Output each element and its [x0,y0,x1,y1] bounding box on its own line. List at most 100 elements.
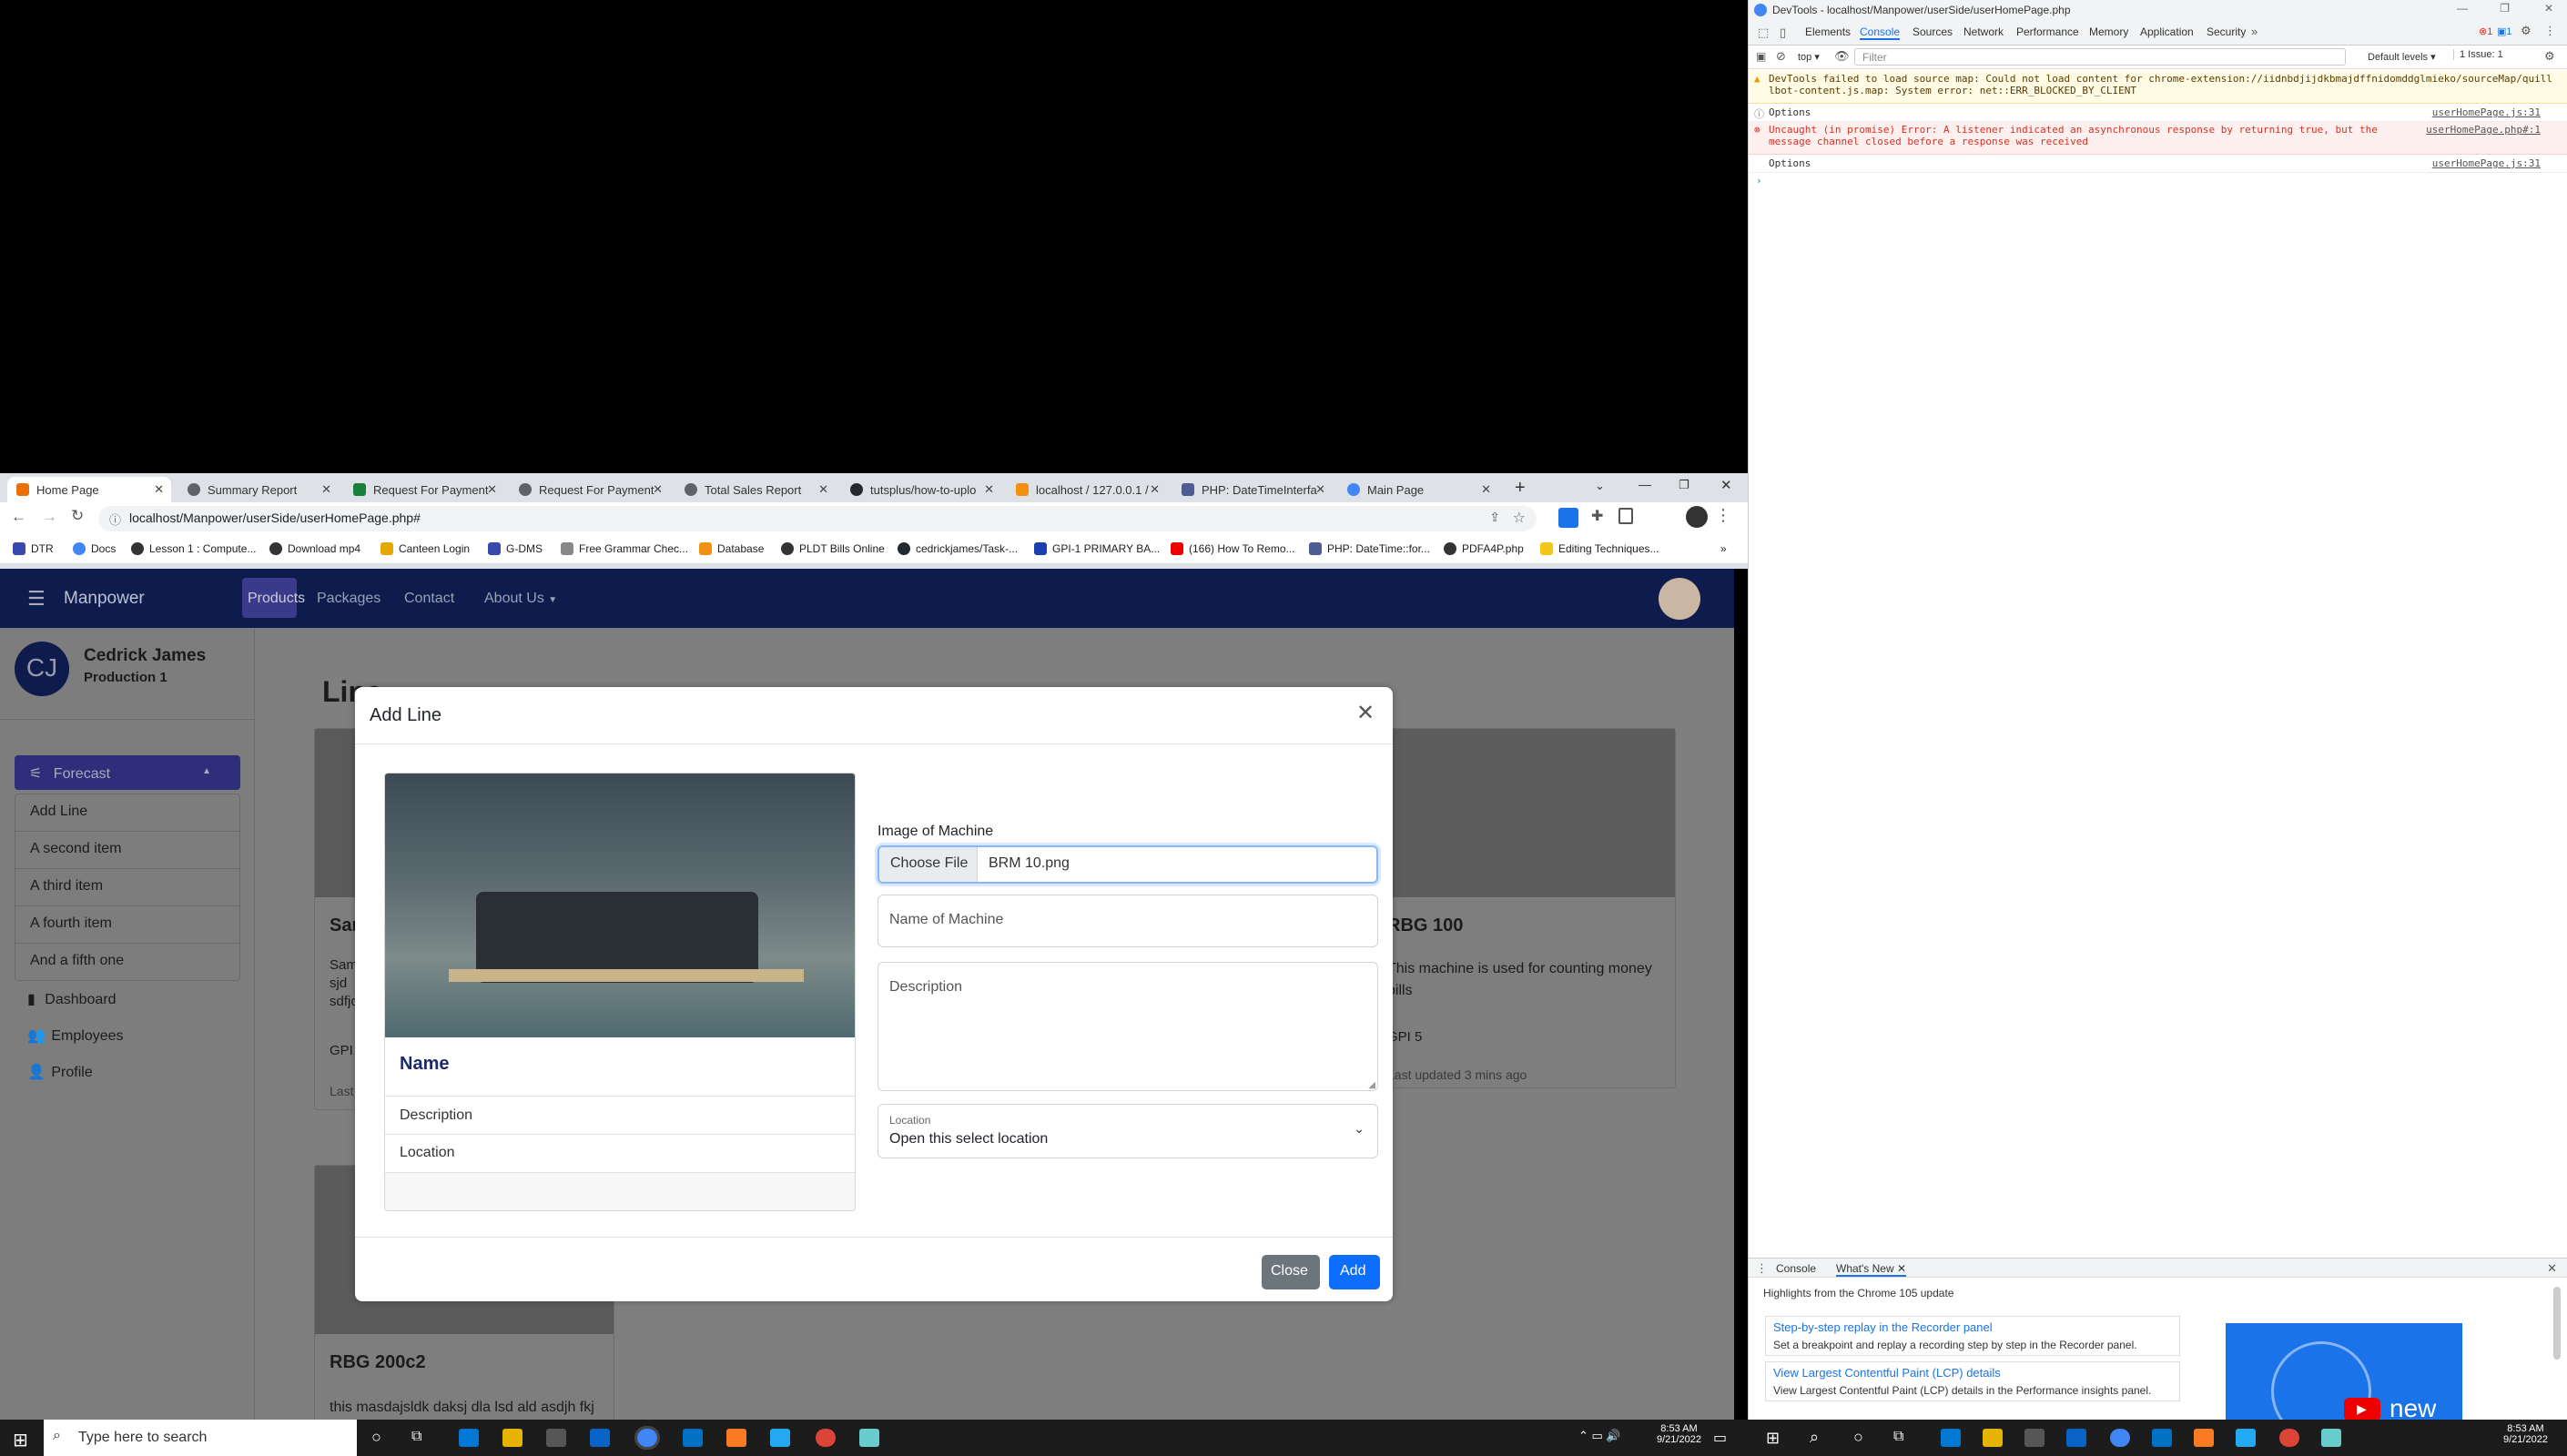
extension-icon[interactable] [1558,508,1578,528]
mail-icon[interactable] [590,1429,610,1447]
resize-handle-icon[interactable]: ◢ [1368,1080,1375,1090]
browser-tab-php[interactable]: PHP: DateTimeInterfa ✕ [1172,477,1333,502]
console-prompt[interactable]: › [1749,173,2567,191]
bookmark-item[interactable]: PHP: DateTime::for... [1309,542,1430,555]
nav-products[interactable]: Products [242,578,305,618]
list-item[interactable]: A fourth item [15,906,239,944]
list-item[interactable]: Add Line [15,794,239,832]
tab-security[interactable]: Security [2207,25,2246,38]
log-source-link[interactable]: userHomePage.js:31 [2432,106,2541,118]
bookmark-item[interactable]: PLDT Bills Online [781,542,885,555]
bookmark-item[interactable]: Download mp4 [269,542,360,555]
restore-icon[interactable]: ❐ [1679,478,1689,492]
close-tab-icon[interactable]: ✕ [984,482,994,497]
minimize-icon[interactable]: — [1639,477,1651,491]
tray-icons[interactable]: ⌃ ▭ 🔊 [1578,1429,1621,1443]
log-source-link[interactable]: userHomePage.js:31 [2432,157,2541,169]
list-item[interactable]: And a fifth one [15,944,239,981]
chrome-icon[interactable] [2279,1429,2299,1447]
drawer-menu-icon[interactable]: ⋮ [1756,1261,1768,1276]
sidebar-toggle-icon[interactable]: ▣ [1756,50,1766,63]
file-input[interactable]: Choose File BRM 10.png [878,845,1378,884]
sidebar-item-employees[interactable]: 👥 Employees [27,1026,124,1045]
close-tab-icon[interactable]: ✕ [1481,482,1491,497]
close-tab-icon[interactable]: ✕ [1150,482,1160,497]
sidebar-item-profile[interactable]: 👤 Profile [27,1063,93,1081]
bookmark-item[interactable]: Docs [73,542,116,555]
bookmark-item[interactable]: DTR [13,542,54,555]
app-icon[interactable] [2321,1429,2341,1447]
xampp-icon[interactable] [2194,1429,2214,1447]
restore-icon[interactable]: ❐ [2500,2,2510,15]
tab-search-icon[interactable]: ⌄ [1595,479,1605,493]
more-tabs-icon[interactable]: » [2251,25,2258,38]
close-tab-icon[interactable]: ✕ [653,482,663,497]
video-thumbnail[interactable]: ▶ new [2226,1323,2462,1420]
browser-tab-request[interactable]: Request For Payment ✕ [344,477,504,502]
bookmark-item[interactable]: GPI-1 PRIMARY BA... [1034,542,1160,555]
drawer-tab-console[interactable]: Console [1776,1262,1816,1275]
browser-tab-main[interactable]: Main Page ✕ [1338,477,1498,502]
menu-kebab-icon[interactable]: ⋮ [1715,506,1731,525]
close-tab-icon[interactable]: ✕ [154,482,164,497]
choose-file-button[interactable]: Choose File [879,847,978,882]
tab-performance[interactable]: Performance [2016,25,2079,38]
list-item[interactable]: A second item [15,832,239,869]
store-icon[interactable] [2024,1429,2044,1447]
machine-name-field[interactable]: Name of Machine [878,895,1378,947]
task-view-icon[interactable]: ⧉ [1893,1429,1903,1445]
add-button[interactable]: Add [1329,1255,1380,1289]
profile-avatar[interactable] [1686,506,1708,528]
close-button[interactable]: Close [1262,1255,1320,1289]
error-count-badge[interactable]: ⊗1 [2479,25,2492,37]
console-filter-input[interactable]: Filter [1854,48,2346,66]
sidebar-item-dashboard[interactable]: ▮ Dashboard [27,990,117,1008]
more-bookmarks-icon[interactable]: » [1720,542,1727,555]
eye-icon[interactable]: 👁 [1834,49,1850,64]
app-icon[interactable] [859,1429,879,1447]
news-item[interactable]: View Largest Contentful Paint (LCP) deta… [1765,1361,2180,1401]
hamburger-icon[interactable]: ☰ [27,587,46,611]
back-icon[interactable]: ← [11,508,26,526]
reload-icon[interactable]: ↻ [71,507,84,525]
tab-network[interactable]: Network [1963,25,2004,38]
windows-start-icon[interactable]: ⊞ [1766,1429,1780,1448]
bookmark-item[interactable]: PDFA4P.php [1444,542,1524,555]
cortana-icon[interactable]: ○ [1853,1428,1863,1447]
levels-select[interactable]: Default levels ▾ [2368,51,2436,63]
chrome-icon[interactable] [634,1426,660,1450]
clock[interactable]: 8:53 AM 9/21/2022 [2503,1423,2548,1445]
browser-tab-github[interactable]: tutsplus/how-to-uplo ✕ [841,477,1001,502]
store-icon[interactable] [546,1429,566,1447]
outlook-icon[interactable] [2152,1429,2172,1447]
address-bar[interactable]: ⓘ localhost/Manpower/userSide/userHomePa… [98,506,1537,531]
tab-console[interactable]: Console [1860,25,1901,40]
forward-icon[interactable]: → [42,508,57,526]
browser-tab-phpmyadmin[interactable]: localhost / 127.0.0.1 /✕ [1007,477,1167,502]
browser-tab-request-2[interactable]: Request For Payment ✕ [510,477,670,502]
chrome-icon[interactable] [2110,1429,2130,1447]
chrome-icon[interactable] [816,1429,836,1447]
browser-tab-summary[interactable]: Summary Report ✕ [178,477,339,502]
inspect-icon[interactable]: ⬚ [1758,25,1769,40]
outlook-icon[interactable] [683,1429,703,1447]
bookmark-folder[interactable]: Editing Techniques... [1540,542,1659,555]
share-icon[interactable]: ⇪ [1489,510,1500,525]
bookmark-item[interactable]: Free Grammar Chec... [561,542,688,555]
bookmark-star-icon[interactable]: ☆ [1513,509,1526,527]
bookmark-item[interactable]: cedrickjames/Task-... [898,542,1018,555]
description-textarea[interactable]: Description ◢ [878,962,1378,1091]
nav-contact[interactable]: Contact [404,591,454,607]
new-tab-button[interactable]: + [1515,478,1526,499]
close-tab-icon[interactable]: ✕ [818,482,828,497]
news-item[interactable]: Step-by-step replay in the Recorder pane… [1765,1316,2180,1356]
edge-icon[interactable] [459,1429,479,1447]
vscode-icon[interactable] [2236,1429,2256,1447]
windows-start-icon[interactable]: ⊞ [13,1429,28,1451]
message-count-badge[interactable]: ▣1 [2497,25,2512,37]
context-select[interactable]: top ▾ [1798,51,1820,63]
console-settings-icon[interactable]: ⚙ [2544,49,2555,64]
tab-sources[interactable]: Sources [1913,25,1953,38]
edge-icon[interactable] [1941,1429,1961,1447]
xampp-icon[interactable] [726,1429,746,1447]
